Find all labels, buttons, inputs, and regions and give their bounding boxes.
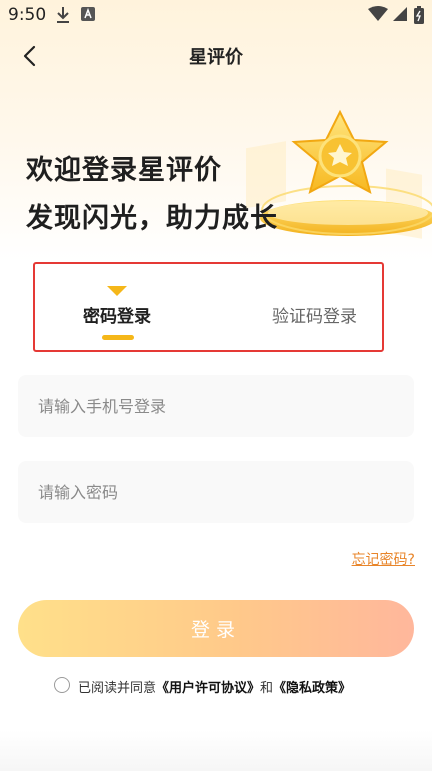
welcome-title: 欢迎登录星评价 — [26, 155, 222, 186]
agreement-conjunction: 和 — [260, 681, 274, 696]
status-time: 9:50 — [8, 5, 47, 25]
app-notification-icon — [80, 6, 96, 26]
download-icon — [56, 6, 70, 28]
login-mode-tabs: 密码登录 验证码登录 — [33, 262, 384, 352]
active-tab-indicator — [102, 335, 134, 340]
privacy-policy-link[interactable]: 《隐私政策》 — [273, 681, 351, 696]
password-input[interactable] — [18, 461, 414, 523]
phone-field-container — [18, 375, 414, 437]
signal-icon — [392, 6, 408, 26]
tab-code-login[interactable]: 验证码登录 — [272, 302, 357, 327]
status-bar: 9:50 — [0, 0, 432, 30]
tab-password-login[interactable]: 密码登录 — [83, 302, 151, 327]
agreement-text: 已阅读并同意《用户许可协议》和《隐私政策》 — [78, 677, 351, 696]
login-button[interactable]: 登录 — [18, 600, 414, 657]
user-agreement-link[interactable]: 《用户许可协议》 — [156, 681, 260, 696]
password-field-container — [18, 461, 414, 523]
welcome-subtitle: 发现闪光，助力成长 — [26, 203, 278, 234]
page-title: 星评价 — [189, 47, 243, 68]
agree-checkbox[interactable] — [54, 677, 70, 693]
nav-bar: 星评价 — [0, 34, 432, 78]
agreement-row: 已阅读并同意《用户许可协议》和《隐私政策》 — [54, 677, 394, 697]
battery-icon — [414, 6, 424, 28]
bottom-fade — [0, 730, 432, 771]
phone-input[interactable] — [18, 375, 414, 437]
forgot-password-link[interactable]: 忘记密码? — [352, 549, 415, 569]
agreement-prefix: 已阅读并同意 — [78, 681, 157, 696]
wifi-icon — [368, 6, 388, 26]
active-tab-pointer-icon — [107, 286, 127, 296]
